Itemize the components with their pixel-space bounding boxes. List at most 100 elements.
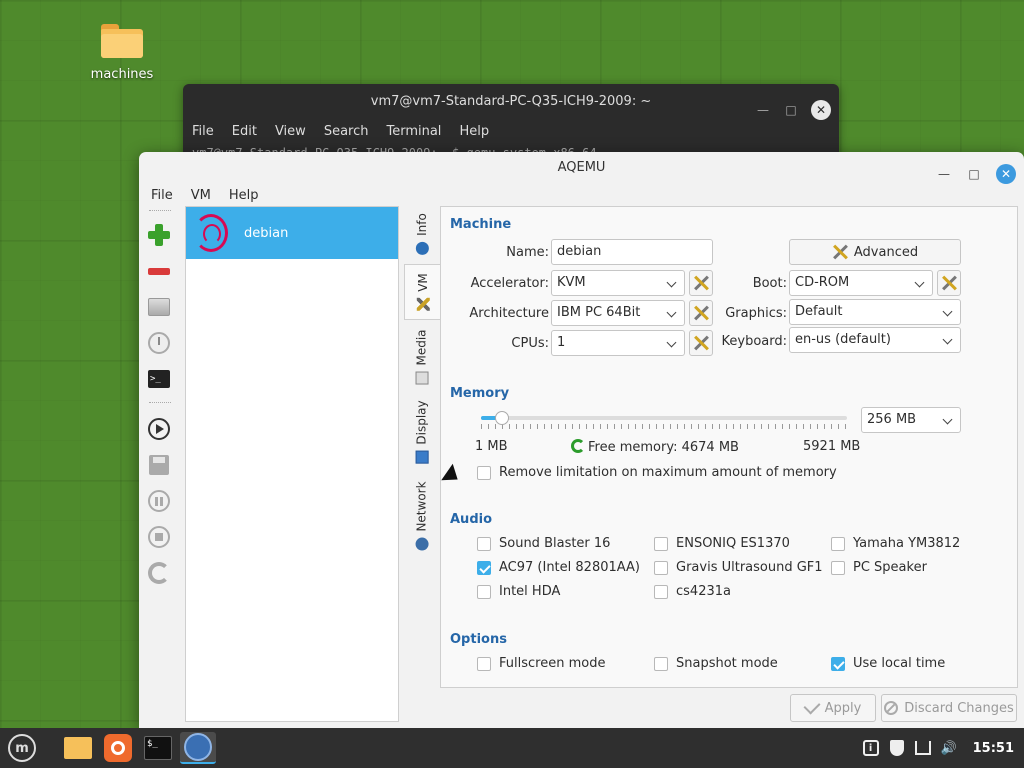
terminal-menu-edit[interactable]: Edit: [232, 120, 257, 144]
save-vm-button[interactable]: [146, 452, 172, 478]
checkbox-box[interactable]: [831, 536, 845, 551]
audio-option-label: Sound Blaster 16: [499, 536, 611, 551]
shield-icon[interactable]: [889, 740, 905, 756]
checkbox-box[interactable]: [477, 656, 491, 671]
desktop-folder-machines[interactable]: machines: [84, 24, 160, 82]
audio-option-label: cs4231a: [676, 584, 731, 599]
checkbox-box[interactable]: [477, 536, 491, 551]
start-menu-button[interactable]: m: [4, 732, 40, 764]
keyboard-select[interactable]: en-us (default): [789, 327, 961, 353]
boot-select[interactable]: CD-ROM: [789, 270, 933, 296]
terminal-titlebar[interactable]: vm7@vm7-Standard-PC-Q35-ICH9-2009: ~ — □…: [183, 84, 839, 120]
keyboard-value: en-us (default): [795, 332, 891, 347]
checkbox-box[interactable]: [654, 656, 668, 671]
checkbox-box[interactable]: [831, 560, 845, 575]
checkbox-box[interactable]: [477, 465, 491, 480]
audio-intel-hda-checkbox[interactable]: Intel HDA: [477, 584, 560, 599]
tab-network[interactable]: Network: [404, 474, 440, 558]
checkbox-box[interactable]: [477, 584, 491, 599]
start-vm-button[interactable]: [146, 416, 172, 442]
graphics-select[interactable]: Default: [789, 299, 961, 325]
name-input[interactable]: debian: [551, 239, 713, 265]
terminal-menu-file[interactable]: File: [192, 120, 214, 144]
stop-vm-button[interactable]: [146, 524, 172, 550]
media-icon: [415, 371, 429, 385]
audio-yamaha-checkbox[interactable]: Yamaha YM3812: [831, 536, 960, 551]
network-icon[interactable]: [914, 740, 931, 756]
add-vm-button[interactable]: [146, 222, 172, 248]
memory-size-select[interactable]: 256 MB: [861, 407, 961, 433]
maximize-icon[interactable]: □: [966, 158, 982, 190]
memory-slider[interactable]: [481, 411, 847, 431]
slider-handle[interactable]: [494, 411, 509, 425]
slider-ticks: [481, 424, 847, 429]
tab-info[interactable]: Info: [404, 206, 440, 262]
advanced-button-label: Advanced: [853, 244, 919, 260]
checkbox-box[interactable]: [654, 536, 668, 551]
fullscreen-mode-checkbox[interactable]: Fullscreen mode: [477, 656, 605, 671]
tools-icon: [693, 335, 709, 351]
discard-changes-button[interactable]: Discard Changes: [881, 694, 1017, 722]
taskbar-aqemu-button[interactable]: [180, 732, 216, 764]
accelerator-options-button[interactable]: [689, 270, 713, 296]
audio-cs4231a-checkbox[interactable]: cs4231a: [654, 584, 731, 599]
taskbar-files-button[interactable]: [60, 732, 96, 764]
clock-button[interactable]: [146, 330, 172, 356]
list-item[interactable]: debian: [186, 207, 398, 259]
vm-list[interactable]: debian: [185, 206, 399, 722]
checkbox-box[interactable]: [654, 584, 668, 599]
architecture-select[interactable]: IBM PC 64Bit: [551, 300, 685, 326]
audio-pc-speaker-checkbox[interactable]: PC Speaker: [831, 560, 927, 575]
close-icon[interactable]: ✕: [811, 100, 831, 120]
terminal-menu-view[interactable]: View: [275, 120, 306, 144]
console-button[interactable]: >_: [146, 366, 172, 392]
minimize-icon[interactable]: —: [936, 158, 952, 190]
audio-gravis-checkbox[interactable]: Gravis Ultrasound GF1: [654, 560, 823, 575]
menu-help[interactable]: Help: [229, 184, 259, 208]
terminal-menu-search[interactable]: Search: [324, 120, 369, 144]
hdd-button[interactable]: [146, 294, 172, 320]
delete-vm-button[interactable]: [146, 258, 172, 284]
close-icon[interactable]: ✕: [996, 164, 1016, 184]
cpus-options-button[interactable]: [689, 330, 713, 356]
reset-vm-button[interactable]: [146, 560, 172, 586]
hard-disk-icon: [148, 298, 170, 316]
audio-option-label: PC Speaker: [853, 560, 927, 575]
system-tray: i 🔊 15:51: [862, 728, 1024, 768]
tab-media-label: Media: [415, 329, 430, 366]
tab-display[interactable]: Display: [404, 394, 440, 470]
checkbox-box[interactable]: [477, 560, 491, 575]
accelerator-value: KVM: [557, 275, 586, 290]
minimize-icon[interactable]: —: [755, 92, 771, 128]
maximize-icon[interactable]: □: [783, 92, 799, 128]
update-manager-icon[interactable]: i: [862, 740, 879, 756]
taskbar-terminal-button[interactable]: $_: [140, 732, 176, 764]
terminal-menu-help[interactable]: Help: [459, 120, 489, 144]
tab-media[interactable]: Media: [404, 324, 440, 390]
architecture-options-button[interactable]: [689, 300, 713, 326]
audio-ac97-checkbox[interactable]: AC97 (Intel 82801AA): [477, 560, 640, 575]
boot-options-button[interactable]: [937, 270, 961, 296]
audio-ensoniq-checkbox[interactable]: ENSONIQ ES1370: [654, 536, 790, 551]
accelerator-select[interactable]: KVM: [551, 270, 685, 296]
taskbar-firefox-button[interactable]: [100, 732, 136, 764]
mint-logo-icon: m: [8, 734, 36, 762]
audio-sound-blaster-checkbox[interactable]: Sound Blaster 16: [477, 536, 610, 551]
cpus-select[interactable]: 1: [551, 330, 685, 356]
menu-vm[interactable]: VM: [191, 184, 211, 208]
checkbox-box[interactable]: [831, 656, 845, 671]
volume-icon[interactable]: 🔊: [941, 740, 957, 756]
pause-vm-button[interactable]: [146, 488, 172, 514]
clock[interactable]: 15:51: [973, 741, 1014, 756]
use-local-time-checkbox[interactable]: Use local time: [831, 656, 945, 671]
terminal-menu-terminal[interactable]: Terminal: [386, 120, 441, 144]
tab-vm-label: VM: [415, 273, 430, 292]
remove-memory-limit-checkbox[interactable]: Remove limitation on maximum amount of m…: [477, 465, 837, 480]
tab-vm[interactable]: VM: [404, 264, 440, 320]
apply-button[interactable]: Apply: [790, 694, 876, 722]
aqemu-titlebar[interactable]: AQEMU — □ ✕: [139, 152, 1024, 184]
snapshot-mode-checkbox[interactable]: Snapshot mode: [654, 656, 778, 671]
menu-file[interactable]: File: [151, 184, 173, 208]
advanced-button[interactable]: Advanced: [789, 239, 961, 265]
checkbox-box[interactable]: [654, 560, 668, 575]
